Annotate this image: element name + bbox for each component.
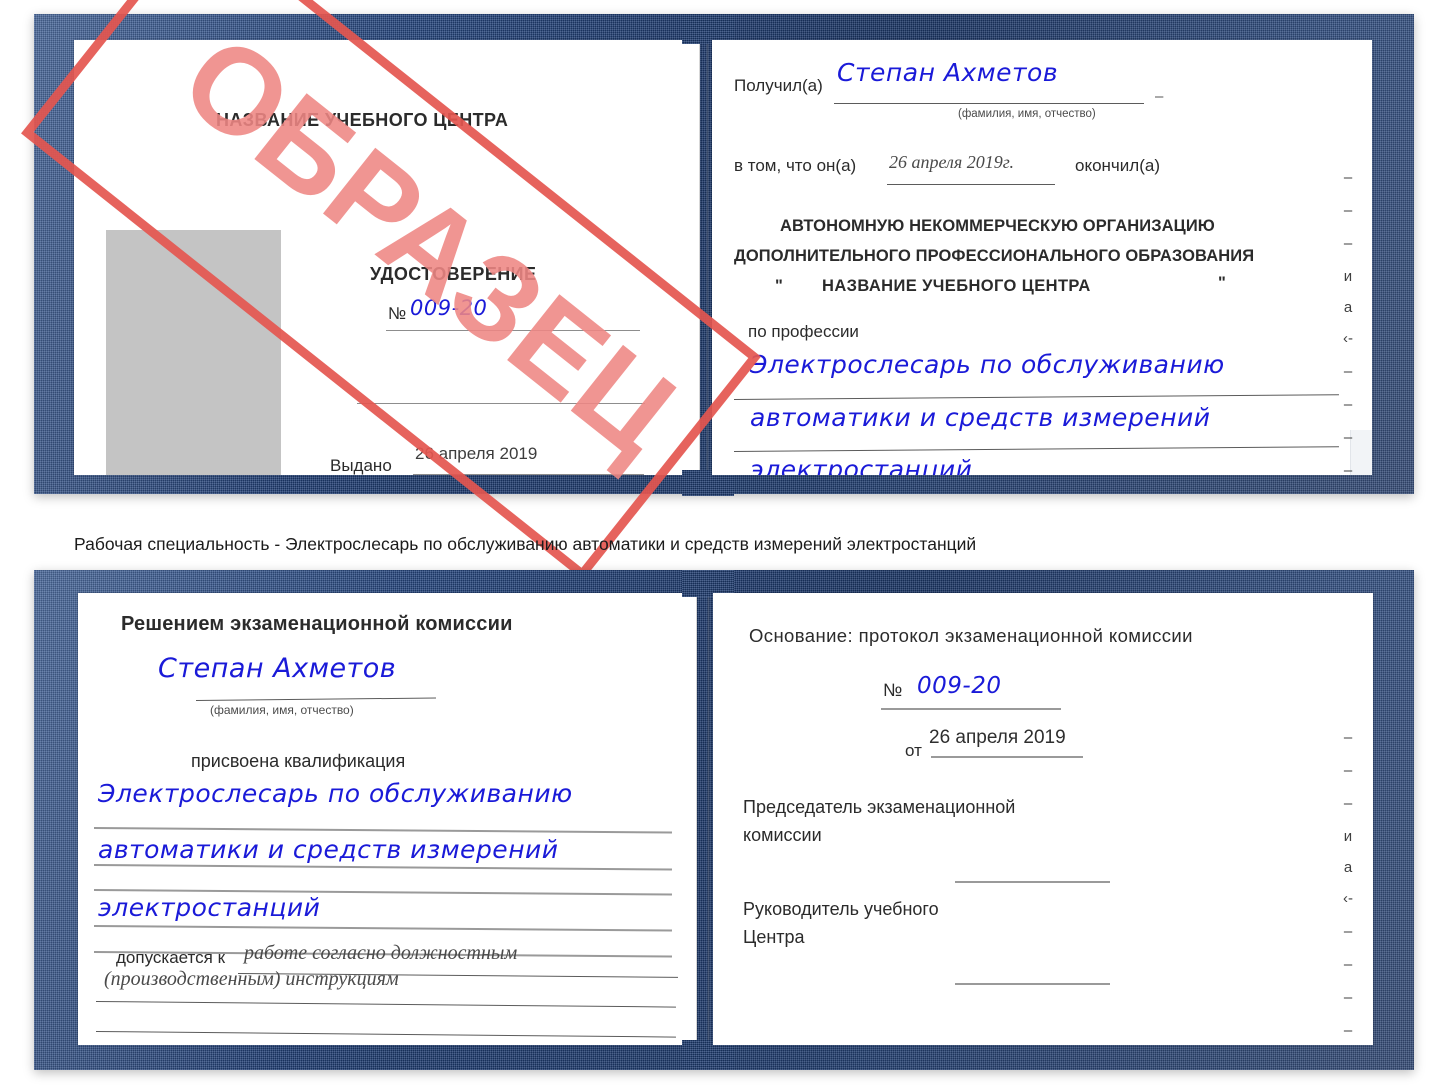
recipient-name-rule	[834, 103, 1144, 104]
edge-glyph: –	[1343, 762, 1353, 779]
edge-glyph: –	[1343, 169, 1353, 186]
edge-glyph: и	[1343, 828, 1353, 845]
chairman-line-1: Председатель экзаменационной	[743, 797, 1016, 817]
page-caption-text: Рабочая специальность - Электрослесарь п…	[74, 534, 977, 554]
profession-rule-1	[733, 394, 1339, 400]
allowed-label: допускается к	[116, 948, 226, 967]
edge-glyph: –	[1343, 363, 1353, 380]
protocol-number-label: №	[883, 680, 903, 700]
certificate-back-spine	[707, 593, 710, 1045]
head-line-1: Руководитель учебного	[743, 899, 939, 919]
issued-label: Выдано	[330, 456, 392, 475]
certificate-front-right-page: Получил(а) Степан Ахметов (фамилия, имя,…	[712, 40, 1372, 475]
chairman-line-2: комиссии	[743, 825, 822, 845]
organization-quote-close: "	[1218, 274, 1226, 292]
certificate-front-left-page: НАЗВАНИЕ УЧЕБНОГО ЦЕНТРА М.П. УДОСТОВЕРЕ…	[74, 40, 700, 475]
profession-label: по профессии	[748, 322, 859, 341]
training-center-name-front: НАЗВАНИЕ УЧЕБНОГО ЦЕНТРА	[216, 110, 509, 130]
edge-glyph: –	[1343, 923, 1353, 940]
qualification-line-2: автоматики и средств измерений	[98, 835, 559, 864]
protocol-date-label: от	[905, 741, 922, 760]
allowed-rule-3	[95, 1031, 676, 1038]
qualification-rule-1	[93, 827, 672, 834]
edge-glyph: –	[1343, 1022, 1353, 1039]
certificate-number-rule	[386, 330, 640, 331]
head-line-2: Центра	[743, 927, 805, 947]
photo-placeholder	[106, 230, 281, 475]
completion-date-rule	[887, 184, 1055, 185]
certificate-number-label: №	[388, 304, 407, 323]
allowed-value-line-1: работе согласно должностным	[244, 942, 518, 964]
allowed-value-line-2: (производственным) инструкциям	[104, 968, 399, 990]
protocol-date-rule	[931, 756, 1083, 758]
edge-glyph: –	[1343, 989, 1353, 1006]
page-edge-glyphs-front: – – – и а ‹- – – – –	[1337, 170, 1359, 496]
page-edge-glyphs-back: – – – и а ‹- – – – –	[1337, 730, 1359, 1056]
that-he-label: в том, что он(а)	[734, 156, 857, 175]
completion-date-front: 26 апреля 2019г.	[889, 152, 1015, 172]
allowed-rule-2	[95, 1001, 676, 1008]
edge-glyph: и	[1343, 268, 1353, 285]
recipient-name-front: Степан Ахметов	[837, 58, 1059, 87]
organization-line-2: ДОПОЛНИТЕЛЬНОГО ПРОФЕССИОНАЛЬНОГО ОБРАЗО…	[734, 247, 1255, 265]
profession-line-1: Электрослесарь по обслуживанию	[750, 350, 1225, 379]
edge-glyph: –	[1343, 462, 1353, 479]
finished-label: окончил(а)	[1075, 156, 1160, 175]
issued-date-value: 26 апреля 2019	[415, 444, 538, 463]
edge-glyph: –	[1343, 429, 1353, 446]
edge-glyph: –	[1343, 956, 1353, 973]
qualification-label: присвоена квалификация	[191, 751, 406, 771]
name-hint-back: (фамилия, имя, отчество)	[210, 703, 354, 717]
protocol-number-value: 009-20	[917, 673, 1002, 699]
edge-glyph: –	[1343, 202, 1353, 219]
edge-glyph: а	[1343, 859, 1353, 876]
qualification-rule-1b	[93, 864, 672, 871]
protocol-date-value: 26 апреля 2019	[929, 727, 1066, 748]
edge-glyph: –	[1343, 729, 1353, 746]
profession-line-2: автоматики и средств измерений	[750, 403, 1211, 432]
issued-date-rule	[413, 474, 644, 475]
blank-rule-front	[357, 403, 645, 404]
qualification-line-3: электростанций	[98, 893, 321, 922]
decision-title: Решением экзаменационной комиссии	[121, 613, 513, 635]
edge-glyph: –	[1343, 396, 1353, 413]
document-title-front: УДОСТОВЕРЕНИЕ	[370, 264, 537, 284]
head-signature-rule	[955, 983, 1110, 985]
chairman-signature-rule	[955, 881, 1110, 883]
certificate-back-right-page: Основание: протокол экзаменационной коми…	[713, 593, 1373, 1045]
organization-line-1: АВТОНОМНУЮ НЕКОММЕРЧЕСКУЮ ОРГАНИЗАЦИЮ	[780, 217, 1215, 235]
edge-glyph: а	[1343, 299, 1353, 316]
qualification-rule-2b	[93, 925, 672, 932]
received-label: Получил(а)	[734, 76, 823, 95]
organization-line-3: НАЗВАНИЕ УЧЕБНОГО ЦЕНТРА	[822, 277, 1091, 295]
certificate-back-left-page: Решением экзаменационной комиссии Степан…	[78, 593, 697, 1045]
edge-glyph: –	[1343, 235, 1353, 252]
protocol-number-rule	[881, 708, 1061, 710]
edge-dash-front-1: –	[1155, 88, 1164, 105]
qualification-line-1: Электрослесарь по обслуживанию	[98, 779, 573, 808]
profession-line-3: электростанций	[750, 455, 973, 475]
certificate-number-value: 009-20	[410, 296, 488, 320]
profession-rule-2	[733, 446, 1339, 452]
basis-label: Основание: протокол экзаменационной коми…	[749, 625, 1193, 646]
edge-glyph: –	[1343, 795, 1353, 812]
edge-glyph: ‹-	[1343, 330, 1353, 347]
organization-quote-open: "	[775, 277, 783, 295]
name-hint-front: (фамилия, имя, отчество)	[958, 108, 1096, 120]
edge-glyph: ‹-	[1343, 890, 1353, 907]
certificate-front-spine	[706, 40, 709, 475]
recipient-name-rule-back	[195, 697, 436, 701]
recipient-name-back: Степан Ахметов	[158, 653, 397, 684]
page-caption: Рабочая специальность - Электрослесарь п…	[74, 532, 1084, 557]
